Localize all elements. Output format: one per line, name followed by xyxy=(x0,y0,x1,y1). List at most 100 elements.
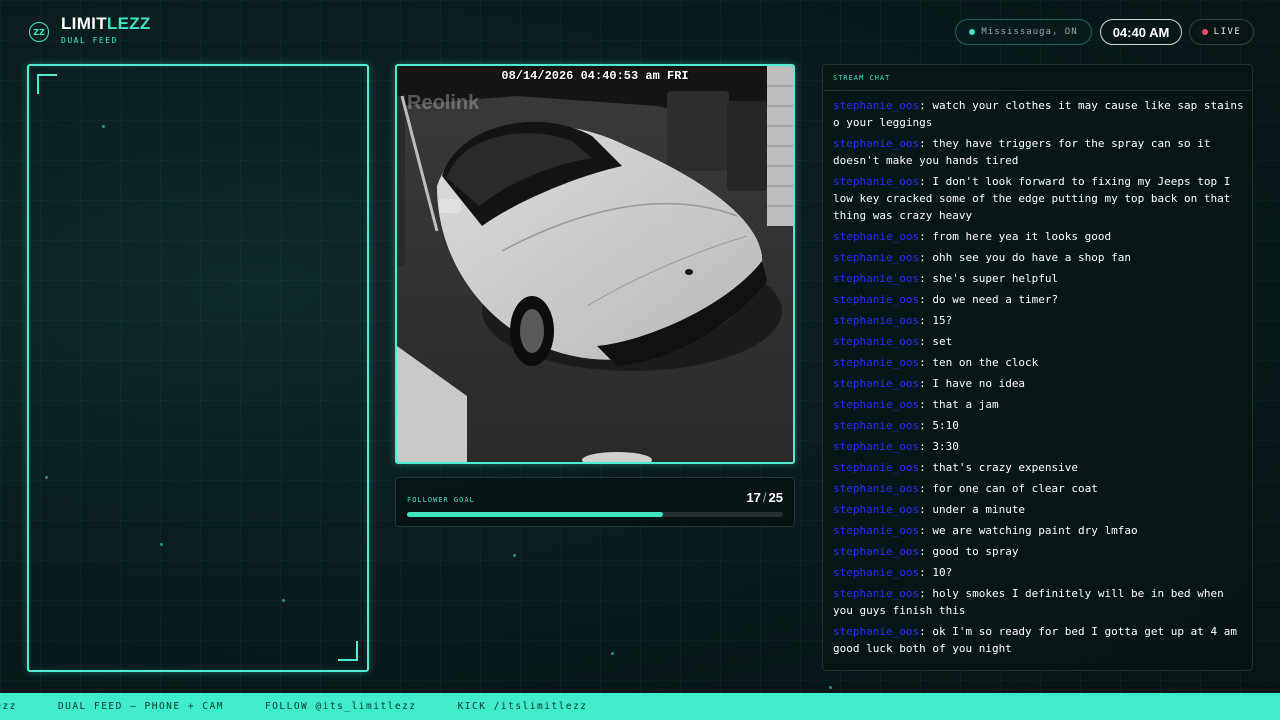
ticker-item: KICK /itslimitlezz xyxy=(457,701,588,712)
decorative-dot xyxy=(513,554,516,557)
chat-message: stephanie_oos: 3:30 xyxy=(833,438,1244,455)
chat-username[interactable]: stephanie_oos xyxy=(833,398,919,411)
live-badge: LIVE xyxy=(1189,19,1254,45)
chat-username[interactable]: stephanie_oos xyxy=(833,175,919,188)
chat-text: 15? xyxy=(932,314,953,327)
chat-message: stephanie_oos: ten on the clock xyxy=(833,354,1244,371)
chat-message: stephanie_oos: for one can of clear coat xyxy=(833,480,1244,497)
chat-separator: : xyxy=(919,230,933,243)
follower-goal-count: 17/25 xyxy=(746,490,783,505)
chat-message-list[interactable]: stephanie_oos: watch your clothes it may… xyxy=(823,91,1252,657)
chat-username[interactable]: stephanie_oos xyxy=(833,524,919,537)
chat-message: stephanie_oos: do we need a timer? xyxy=(833,291,1244,308)
chat-message: stephanie_oos: 15? xyxy=(833,312,1244,329)
chat-username[interactable]: stephanie_oos xyxy=(833,356,919,369)
camera-watermark: Reolink xyxy=(407,92,480,114)
location-badge: Mississauga, ON xyxy=(955,19,1092,45)
chat-separator: : xyxy=(919,251,933,264)
chat-username[interactable]: stephanie_oos xyxy=(833,503,919,516)
live-dot-icon xyxy=(1201,29,1208,35)
chat-message: stephanie_oos: ok I'm so ready for bed I… xyxy=(833,623,1244,657)
camera-feed-image xyxy=(397,66,793,462)
chat-text: ten on the clock xyxy=(932,356,1039,369)
chat-separator: : xyxy=(919,545,933,558)
chat-message: stephanie_oos: set xyxy=(833,333,1244,350)
chat-username[interactable]: stephanie_oos xyxy=(833,566,919,579)
chat-username[interactable]: stephanie_oos xyxy=(833,482,919,495)
phone-feed-frame xyxy=(27,64,369,672)
chat-separator: : xyxy=(919,272,933,285)
chat-username[interactable]: stephanie_oos xyxy=(833,545,919,558)
chat-message: stephanie_oos: from here yea it looks go… xyxy=(833,228,1244,245)
chat-message: stephanie_oos: we are watching paint dry… xyxy=(833,522,1244,539)
chat-username[interactable]: stephanie_oos xyxy=(833,377,919,390)
chat-username[interactable]: stephanie_oos xyxy=(833,137,919,150)
chat-separator: : xyxy=(919,137,933,150)
chat-username[interactable]: stephanie_oos xyxy=(833,440,919,453)
location-dot-icon xyxy=(969,29,976,35)
chat-username[interactable]: stephanie_oos xyxy=(833,230,919,243)
chat-text: she's super helpful xyxy=(932,272,1059,285)
chat-message: stephanie_oos: holy smokes I definitely … xyxy=(833,585,1244,619)
follower-goal-separator: / xyxy=(762,490,767,505)
chat-separator: : xyxy=(919,335,933,348)
chat-separator: : xyxy=(919,377,933,390)
chat-text: 3:30 xyxy=(932,440,959,453)
chat-message: stephanie_oos: she's super helpful xyxy=(833,270,1244,287)
camera-timestamp: 08/14/2026 04:40:53 am FRI xyxy=(501,69,689,83)
chat-username[interactable]: stephanie_oos xyxy=(833,251,919,264)
chat-text: ohh see you do have a shop fan xyxy=(932,251,1132,264)
chat-username[interactable]: stephanie_oos xyxy=(833,293,919,306)
decorative-dot xyxy=(829,686,832,689)
chat-message: stephanie_oos: ohh see you do have a sho… xyxy=(833,249,1244,266)
brand-subtitle: DUAL FEED xyxy=(61,36,118,45)
chat-username[interactable]: stephanie_oos xyxy=(833,625,919,638)
chat-text: from here yea it looks good xyxy=(932,230,1112,243)
chat-message: stephanie_oos: under a minute xyxy=(833,501,1244,518)
chat-text: do we need a timer? xyxy=(932,293,1059,306)
chat-message: stephanie_oos: good to spray xyxy=(833,543,1244,560)
chat-text: good to spray xyxy=(932,545,1019,558)
ticker-item: DUAL FEED — PHONE + CAM xyxy=(57,701,224,712)
clock-badge: 04:40 AM xyxy=(1100,19,1182,45)
clock-time: 04:40 AM xyxy=(1112,24,1170,40)
stream-chat-panel[interactable]: STREAM CHAT stephanie_oos: watch your cl… xyxy=(822,64,1253,671)
corner-bracket-icon xyxy=(338,641,358,661)
chat-username[interactable]: stephanie_oos xyxy=(833,587,919,600)
location-text: Mississauga, ON xyxy=(981,27,1078,37)
brand: LIMITLEZZ DUAL FEED xyxy=(61,14,151,45)
camera-feed: 08/14/2026 04:40:53 am FRI Reolink xyxy=(395,64,795,464)
chat-separator: : xyxy=(919,175,933,188)
chat-separator: : xyxy=(919,503,933,516)
bottom-ticker: lezz DUAL FEED — PHONE + CAM FOLLOW @its_l… xyxy=(0,693,1280,720)
chat-separator: : xyxy=(919,293,933,306)
chat-username[interactable]: stephanie_oos xyxy=(833,419,919,432)
follower-goal-card: FOLLOWER GOAL 17/25 xyxy=(395,477,795,527)
chat-message: stephanie_oos: they have triggers for th… xyxy=(833,135,1244,169)
chat-separator: : xyxy=(919,398,933,411)
ticker-item: FOLLOW @its_limitlezz xyxy=(264,701,417,712)
chat-separator: : xyxy=(919,440,933,453)
ticker-item: lezz xyxy=(0,701,17,712)
chat-text: under a minute xyxy=(932,503,1026,516)
chat-username[interactable]: stephanie_oos xyxy=(833,461,919,474)
follower-goal-current: 17 xyxy=(746,490,761,505)
brand-title: LIMITLEZZ xyxy=(61,14,151,34)
chat-separator: : xyxy=(919,587,933,600)
chat-separator: : xyxy=(919,461,933,474)
chat-separator: : xyxy=(919,356,933,369)
chat-text: I have no idea xyxy=(932,377,1026,390)
follower-goal-label: FOLLOWER GOAL xyxy=(407,496,475,504)
live-label: LIVE xyxy=(1213,27,1242,37)
chat-text: 10? xyxy=(932,566,953,579)
chat-username[interactable]: stephanie_oos xyxy=(833,272,919,285)
brand-title-accent: LEZZ xyxy=(106,14,151,33)
chat-text: we are watching paint dry lmfao xyxy=(932,524,1138,537)
chat-separator: : xyxy=(919,314,933,327)
follower-goal-progress-fill xyxy=(407,512,663,517)
chat-message: stephanie_oos: watch your clothes it may… xyxy=(833,97,1244,131)
chat-username[interactable]: stephanie_oos xyxy=(833,314,919,327)
chat-separator: : xyxy=(919,99,933,112)
chat-username[interactable]: stephanie_oos xyxy=(833,99,919,112)
chat-username[interactable]: stephanie_oos xyxy=(833,335,919,348)
